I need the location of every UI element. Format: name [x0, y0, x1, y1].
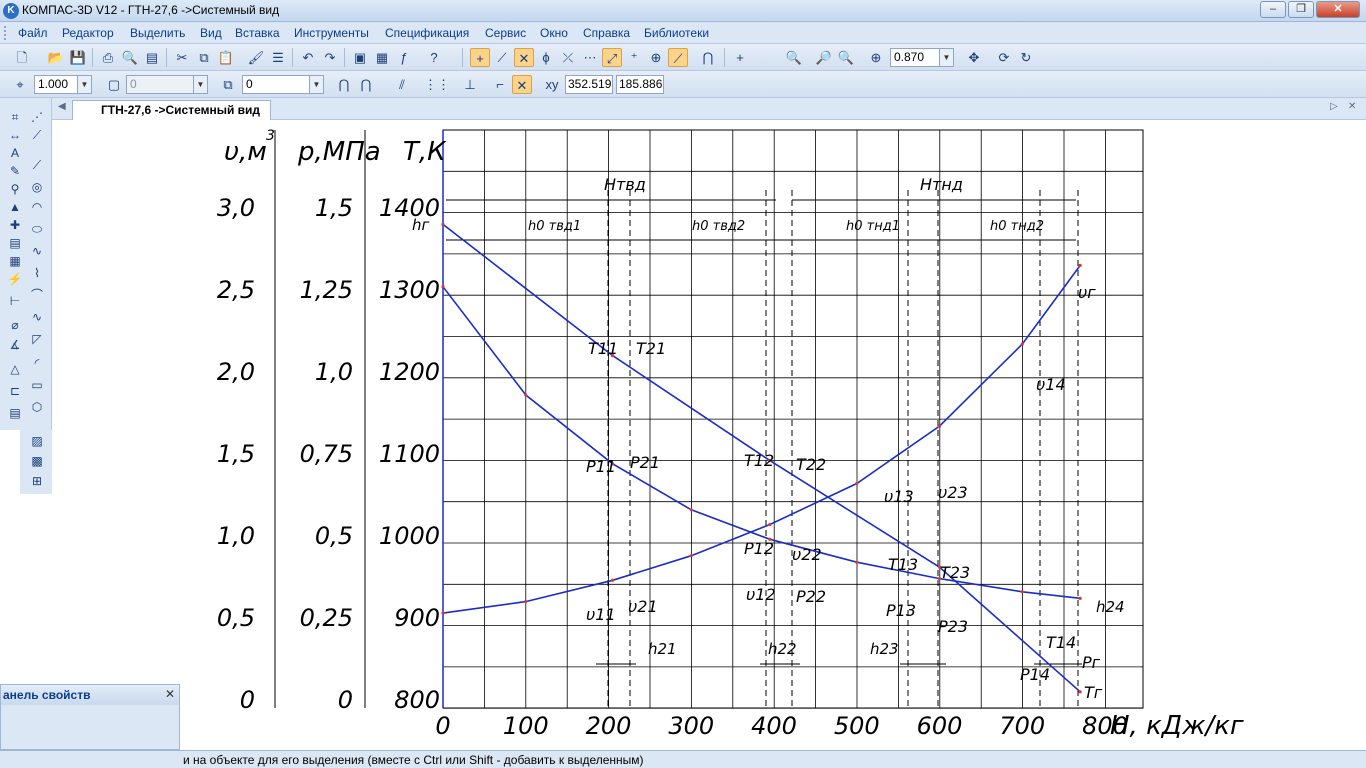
- y-tick-label: 2,5: [217, 276, 255, 304]
- y-tick-label: 1000: [379, 522, 440, 550]
- y-tick-label: 800: [394, 686, 440, 714]
- x-tick-label: 200: [586, 712, 632, 740]
- y-tick-label: 0: [338, 686, 353, 714]
- point-label-pg: Pг: [1082, 653, 1101, 672]
- point-label-t21: T21: [636, 339, 666, 358]
- interval-label-h0tnd2: h0 тнд2: [990, 219, 1044, 234]
- point-label-t14: T14: [1046, 633, 1076, 652]
- point-label-v11: υ11: [586, 605, 616, 624]
- x-tick-label: 0: [435, 712, 450, 740]
- point-label-p23: P23: [938, 617, 968, 636]
- series-point-υ: [524, 600, 528, 604]
- x-tick-label: 500: [834, 712, 880, 740]
- series-point-T: [441, 222, 445, 226]
- point-label-v14: υ14: [1036, 375, 1066, 394]
- point-label-v22: υ22: [792, 545, 822, 564]
- point-label-p22: P22: [796, 587, 826, 606]
- point-label-t11: T11: [588, 339, 618, 358]
- point-label-p11: P11: [586, 457, 616, 476]
- p-axis-title: p,МПа: [297, 137, 381, 167]
- x-tick-label: 400: [751, 712, 797, 740]
- close-icon[interactable]: ✕: [165, 687, 175, 701]
- x-tick-label: 600: [917, 712, 963, 740]
- series-point-υ: [1078, 263, 1082, 267]
- interval-label-htvd: Нтвд: [604, 175, 646, 194]
- y-tick-label: 0,5: [217, 604, 255, 632]
- y-tick-labels: 3,0 2,5 2,0 1,5 1,0 0,5 0 1,5 1,25 1,0 0,75 0,5 0,25…: [217, 194, 440, 714]
- y-tick-label: 1,25: [300, 276, 353, 304]
- x-tick-label: 700: [999, 712, 1045, 740]
- status-bar: и на объекте для его выделения (вместе с…: [0, 750, 1366, 768]
- y-tick-label: 0,75: [300, 440, 353, 468]
- series-point-υ: [611, 578, 615, 582]
- y-tick-label: 1,5: [315, 194, 353, 222]
- point-label-t12: T12: [744, 451, 774, 470]
- series-point-υ: [768, 522, 772, 527]
- point-label-v21: υ21: [628, 597, 658, 616]
- y-tick-label: 0,5: [315, 522, 353, 550]
- interval-label-h0tvd2: h0 твд2: [692, 219, 745, 234]
- point-label-t13: T13: [888, 555, 918, 574]
- y-tick-label: 2,0: [217, 358, 255, 386]
- x-tick-labels: 0 100 200 300 400 500 600 700 800: [435, 712, 1128, 740]
- series-point-p: [441, 285, 445, 289]
- point-label-v23: υ23: [938, 483, 968, 502]
- v-axis-superscript: 3: [266, 128, 275, 144]
- point-label-p12: P12: [744, 539, 774, 558]
- interval-label-htnd: Нтнд: [920, 175, 963, 194]
- point-label-t22: T22: [796, 455, 826, 474]
- series-point-T: [1078, 690, 1082, 694]
- y-tick-label: 1,0: [217, 522, 255, 550]
- series-line-υ: [442, 264, 1081, 614]
- interval-label-h0tnd1: h0 тнд1: [846, 219, 900, 234]
- x-axis-title: Н, кДж/кг: [1110, 711, 1244, 741]
- series-point-υ: [441, 611, 445, 615]
- series-point-p: [855, 560, 859, 564]
- point-label-p21: P21: [630, 453, 660, 472]
- interval-label-h21: h21: [648, 640, 677, 658]
- x-tick-label: 300: [668, 712, 714, 740]
- series-point-p: [1078, 596, 1082, 600]
- series-point-υ: [1020, 342, 1024, 346]
- t-axis-title: Т,К: [403, 137, 447, 167]
- status-text: и на объекте для его выделения (вместе с…: [183, 753, 644, 767]
- y-tick-label: 1,5: [217, 440, 255, 468]
- interval-label-h22: h22: [768, 640, 797, 658]
- y-tick-label: 1100: [379, 440, 440, 468]
- y-tick-label: 1200: [379, 358, 440, 386]
- properties-panel: анель свойств ✕: [0, 684, 180, 750]
- y-tick-label: 0,25: [300, 604, 353, 632]
- ts-diagram-chart: υ,м 3 p,МПа Т,К 3,0 2,5 2,0 1,5 1,0 0,5 0 1,5 1,…: [217, 128, 1244, 741]
- point-label-v12: υ12: [746, 585, 776, 604]
- y-tick-label: 1300: [379, 276, 440, 304]
- interval-label-h24: h24: [1096, 598, 1125, 616]
- series-point-υ: [689, 554, 693, 558]
- interval-label-h0tvd1: h0 твд1: [528, 219, 581, 234]
- point-label-vg: υг: [1078, 283, 1096, 302]
- y-tick-label: 1400: [379, 194, 440, 222]
- series-point-υ: [855, 481, 859, 486]
- series-point-p: [689, 508, 693, 512]
- point-label-t23: T23: [940, 563, 970, 582]
- properties-panel-title: анель свойств: [1, 685, 179, 705]
- v-axis-title: υ,м: [224, 137, 267, 167]
- series-point-υ: [937, 424, 942, 428]
- series-point-p: [1020, 590, 1024, 594]
- y-tick-label: 900: [394, 604, 440, 632]
- y-tick-label: 3,0: [217, 194, 255, 222]
- interval-label-hg: hг: [412, 216, 430, 234]
- y-tick-label: 1,0: [315, 358, 353, 386]
- point-label-p14: P14: [1020, 665, 1050, 684]
- chart-grid: [442, 129, 1144, 709]
- y-tick-label: 0: [240, 686, 255, 714]
- point-label-p13: P13: [886, 601, 916, 620]
- point-label-v13: υ13: [884, 487, 914, 506]
- interval-label-h23: h23: [870, 640, 899, 658]
- series-point-p: [524, 393, 528, 397]
- point-label-tg: Tг: [1084, 683, 1103, 702]
- x-tick-label: 100: [503, 712, 549, 740]
